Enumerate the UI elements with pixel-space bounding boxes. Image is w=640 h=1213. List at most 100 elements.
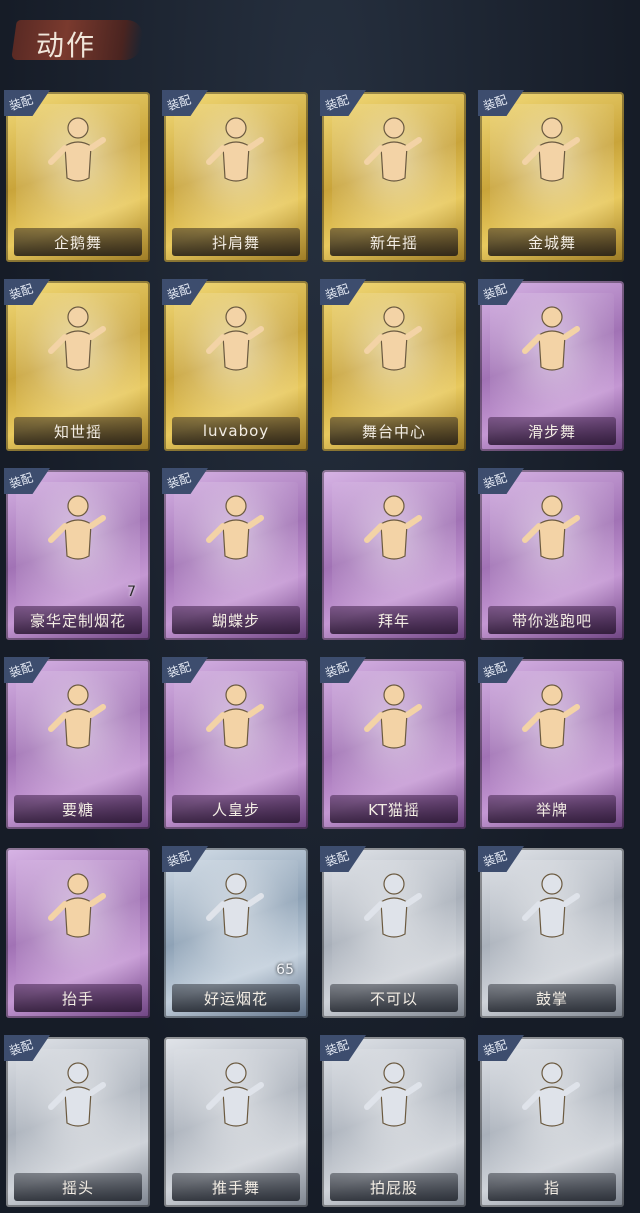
- emote-card[interactable]: 要糖 装配: [4, 657, 150, 829]
- card-label-bar: 好运烟花: [172, 984, 300, 1012]
- equipped-badge: 装配: [478, 657, 524, 687]
- emote-card[interactable]: 举牌 装配: [478, 657, 624, 829]
- equipped-badge: 装配: [320, 846, 366, 876]
- emote-card[interactable]: luvaboy 装配: [162, 279, 308, 451]
- clap-icon: [522, 873, 580, 938]
- emote-name: 不可以: [369, 989, 418, 1008]
- push-hand-dance-icon: [206, 1062, 264, 1127]
- emote-name: luvaboy: [202, 422, 270, 440]
- slide-dance-icon: [522, 306, 580, 371]
- luvaboy-icon: [206, 306, 264, 371]
- card-label-bar: 蝴蝶步: [172, 606, 300, 634]
- emote-name: 新年摇: [369, 233, 418, 252]
- emote-name: 企鹅舞: [53, 233, 102, 252]
- emote-name: 抬手: [61, 989, 94, 1008]
- card-label-bar: 舞台中心: [330, 417, 458, 445]
- ask-candy-icon: [48, 684, 106, 749]
- emote-name: 摇头: [61, 1178, 94, 1197]
- emote-card[interactable]: 人皇步 装配: [162, 657, 308, 829]
- emote-card[interactable]: 舞台中心 装配: [320, 279, 466, 451]
- equipped-badge: 装配: [478, 90, 524, 120]
- stage-center-icon: [364, 306, 422, 371]
- king-step-icon: [206, 684, 264, 749]
- equipped-badge: 装配: [4, 90, 50, 120]
- emote-card[interactable]: 蝴蝶步 装配: [162, 468, 308, 640]
- emote-name: KT猫摇: [368, 800, 420, 819]
- emote-card[interactable]: 企鹅舞 装配: [4, 90, 150, 262]
- card-label-bar: 抖肩舞: [172, 228, 300, 256]
- emote-card[interactable]: 抖肩舞 装配: [162, 90, 308, 262]
- emote-card[interactable]: 滑步舞 装配: [478, 279, 624, 451]
- butterfly-step-icon: [206, 495, 264, 560]
- emote-card[interactable]: 指 装配: [478, 1035, 624, 1207]
- emote-card[interactable]: 金城舞 装配: [478, 90, 624, 262]
- equipped-badge: 装配: [320, 90, 366, 120]
- emote-name: 要糖: [61, 800, 94, 819]
- card-label-bar: 推手舞: [172, 1173, 300, 1201]
- no-finger-icon: [364, 873, 422, 938]
- emote-card[interactable]: 鼓掌 装配: [478, 846, 624, 1018]
- emote-name: 滑步舞: [527, 422, 576, 441]
- page-title: 动作: [36, 29, 97, 62]
- section-header: 动作: [11, 14, 145, 66]
- run-away-icon: [522, 495, 580, 560]
- equipped-badge: 装配: [4, 468, 50, 498]
- equipped-badge: 装配: [4, 657, 50, 687]
- raise-hand-icon: [48, 873, 106, 938]
- new-year-shake-icon: [364, 117, 422, 182]
- equipped-badge: 装配: [162, 90, 208, 120]
- shoulder-shake-icon: [206, 117, 264, 182]
- equipped-badge: 装配: [162, 657, 208, 687]
- card-label-bar: 人皇步: [172, 795, 300, 823]
- emote-name: 拜年: [377, 611, 410, 630]
- equipped-badge: 装配: [162, 279, 208, 309]
- emote-card[interactable]: KT猫摇 装配: [320, 657, 466, 829]
- emote-name: 抖肩舞: [211, 233, 260, 252]
- emote-card[interactable]: 拜年: [322, 470, 466, 640]
- card-label-bar: 不可以: [330, 984, 458, 1012]
- emote-card[interactable]: 推手舞: [164, 1037, 308, 1207]
- equipped-badge: 装配: [320, 279, 366, 309]
- card-label-bar: 拍屁股: [330, 1173, 458, 1201]
- equipped-badge: 装配: [478, 1035, 524, 1065]
- lucky-firework-icon: [206, 873, 264, 938]
- emote-card[interactable]: 拍屁股 装配: [320, 1035, 466, 1207]
- emote-card[interactable]: 抬手: [6, 848, 150, 1018]
- card-label-bar: 抬手: [14, 984, 142, 1012]
- emote-name: 豪华定制烟花: [29, 611, 126, 630]
- emote-name: 指: [543, 1178, 560, 1197]
- emote-card[interactable]: 65 好运烟花 装配: [162, 846, 308, 1018]
- emote-name: 知世摇: [53, 422, 102, 441]
- equipped-badge: 装配: [478, 468, 524, 498]
- emote-name: 舞台中心: [361, 422, 426, 441]
- emote-card[interactable]: 不可以 装配: [320, 846, 466, 1018]
- equipped-badge: 装配: [320, 657, 366, 687]
- card-label-bar: 金城舞: [488, 228, 616, 256]
- shake-head-icon: [48, 1062, 106, 1127]
- emote-name: 鼓掌: [535, 989, 568, 1008]
- emote-card[interactable]: 7 豪华定制烟花 装配: [4, 468, 150, 640]
- emote-name: 人皇步: [211, 800, 260, 819]
- card-label-bar: 举牌: [488, 795, 616, 823]
- jincheng-dance-icon: [522, 117, 580, 182]
- card-label-bar: luvaboy: [172, 417, 300, 445]
- hold-sign-icon: [522, 684, 580, 749]
- new-year-greeting-icon: [364, 495, 422, 560]
- card-label-bar: 摇头: [14, 1173, 142, 1201]
- emote-card[interactable]: 摇头 装配: [4, 1035, 150, 1207]
- emote-name: 举牌: [535, 800, 568, 819]
- equipped-badge: 装配: [4, 279, 50, 309]
- equipped-badge: 装配: [162, 846, 208, 876]
- slap-butt-icon: [364, 1062, 422, 1127]
- emote-name: 蝴蝶步: [211, 611, 260, 630]
- zhishi-shake-icon: [48, 306, 106, 371]
- card-label-bar: 新年摇: [330, 228, 458, 256]
- emote-card[interactable]: 新年摇 装配: [320, 90, 466, 262]
- card-label-bar: 要糖: [14, 795, 142, 823]
- equipped-badge: 装配: [478, 279, 524, 309]
- emote-card[interactable]: 知世摇 装配: [4, 279, 150, 451]
- card-label-bar: 鼓掌: [488, 984, 616, 1012]
- card-label-bar: 知世摇: [14, 417, 142, 445]
- emote-card[interactable]: 带你逃跑吧 装配: [478, 468, 624, 640]
- emote-name: 带你逃跑吧: [511, 611, 592, 630]
